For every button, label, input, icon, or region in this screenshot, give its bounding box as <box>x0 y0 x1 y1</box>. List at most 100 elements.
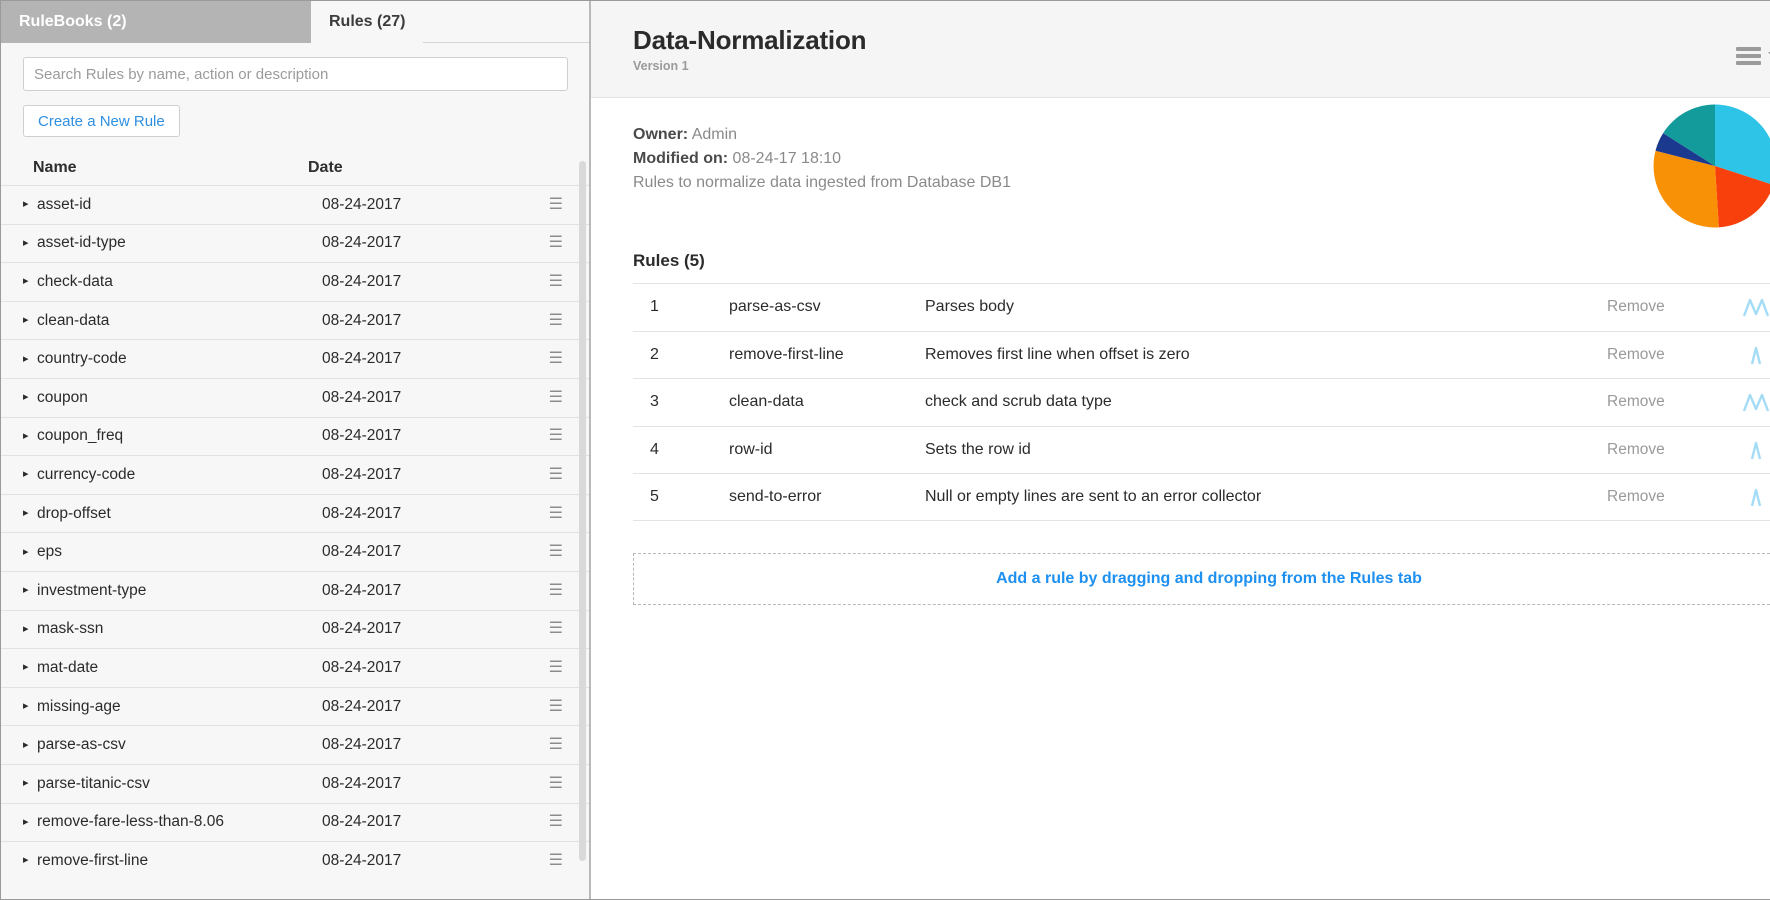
rulebook-date: 08-24-2017 <box>322 852 532 870</box>
remove-rule-link[interactable]: Remove <box>1607 346 1727 364</box>
rule-description: Removes first line when offset is zero <box>925 346 1607 364</box>
table-row[interactable]: ▸mat-date08-24-2017☰ <box>1 648 589 687</box>
expand-arrow-icon[interactable]: ▸ <box>23 508 37 519</box>
expand-arrow-icon[interactable]: ▸ <box>23 547 37 558</box>
sparkline-icon[interactable] <box>1727 391 1770 413</box>
rulebook-date: 08-24-2017 <box>322 273 532 291</box>
row-menu-icon[interactable]: ☰ <box>549 814 567 830</box>
rulebook-date: 08-24-2017 <box>322 698 532 716</box>
remove-rule-link[interactable]: Remove <box>1607 488 1727 506</box>
sparkline-icon[interactable] <box>1727 344 1770 366</box>
remove-rule-link[interactable]: Remove <box>1607 298 1727 316</box>
rulebook-date: 08-24-2017 <box>322 234 532 252</box>
row-menu-icon[interactable]: ☰ <box>549 467 567 483</box>
row-menu-icon[interactable]: ☰ <box>549 853 567 869</box>
tab-rulebooks[interactable]: RuleBooks (2) <box>1 1 311 43</box>
rule-row[interactable]: 4row-idSets the row idRemove <box>633 426 1770 474</box>
rulebook-date: 08-24-2017 <box>322 582 532 600</box>
rule-index: 2 <box>633 346 729 364</box>
table-row[interactable]: ▸asset-id-type08-24-2017☰ <box>1 224 589 263</box>
rule-row[interactable]: 5send-to-errorNull or empty lines are se… <box>633 473 1770 521</box>
row-menu-icon[interactable]: ☰ <box>549 351 567 367</box>
search-input[interactable] <box>23 57 568 91</box>
rule-row[interactable]: 3clean-datacheck and scrub data typeRemo… <box>633 378 1770 426</box>
rule-row[interactable]: 2remove-first-lineRemoves first line whe… <box>633 331 1770 379</box>
expand-arrow-icon[interactable]: ▸ <box>23 701 37 712</box>
table-row[interactable]: ▸coupon_freq08-24-2017 ☰ <box>1 417 589 456</box>
row-menu-icon[interactable]: ☰ <box>549 197 567 213</box>
expand-arrow-icon[interactable]: ▸ <box>23 431 37 442</box>
rulebook-date: 08-24-2017 <box>322 427 532 445</box>
row-menu-icon[interactable]: ☰ <box>549 506 567 522</box>
overflow-menu-button[interactable] <box>1736 47 1770 65</box>
expand-arrow-icon[interactable]: ▸ <box>23 740 37 751</box>
table-row[interactable]: ▸eps08-24-2017☰ <box>1 532 589 571</box>
expand-arrow-icon[interactable]: ▸ <box>23 778 37 789</box>
rule-description: Parses body <box>925 298 1607 316</box>
version-label: Version 1 <box>633 59 866 73</box>
expand-arrow-icon[interactable]: ▸ <box>23 199 37 210</box>
rulebook-name: coupon <box>37 389 322 407</box>
rulebook-name: asset-id <box>37 196 322 214</box>
table-row[interactable]: ▸clean-data08-24-2017☰ <box>1 301 589 340</box>
table-row[interactable]: ▸mask-ssn08-24-2017☰ <box>1 610 589 649</box>
table-row[interactable]: ▸country-code08-24-2017☰ <box>1 339 589 378</box>
table-row[interactable]: ▸missing-age08-24-2017☰ <box>1 687 589 726</box>
owner-line: Owner: Admin <box>633 123 1770 147</box>
row-menu-icon[interactable]: ☰ <box>549 583 567 599</box>
table-row[interactable]: ▸remove-first-line08-24-2017☰ <box>1 841 589 880</box>
row-menu-icon[interactable]: ☰ <box>549 621 567 637</box>
rulebook-name: mat-date <box>37 659 322 677</box>
expand-arrow-icon[interactable]: ▸ <box>23 662 37 673</box>
row-menu-icon[interactable]: ☰ <box>549 428 567 444</box>
expand-arrow-icon[interactable]: ▸ <box>23 855 37 866</box>
sparkline-icon[interactable] <box>1727 296 1770 318</box>
rulebook-list[interactable]: ▸asset-id08-24-2017☰▸asset-id-type08-24-… <box>1 185 589 899</box>
column-header-date: Date <box>308 159 508 177</box>
expand-arrow-icon[interactable]: ▸ <box>23 315 37 326</box>
table-row[interactable]: ▸parse-titanic-csv08-24-2017☰ <box>1 764 589 803</box>
expand-arrow-icon[interactable]: ▸ <box>23 238 37 249</box>
rule-row[interactable]: 1parse-as-csvParses bodyRemove <box>633 283 1770 331</box>
table-row[interactable]: ▸coupon08-24-2017☰ <box>1 378 589 417</box>
table-row[interactable]: ▸drop-offset08-24-2017☰ <box>1 494 589 533</box>
table-row[interactable]: ▸remove-fare-less-than-8.0608-24-2017☰ <box>1 803 589 842</box>
remove-rule-link[interactable]: Remove <box>1607 393 1727 411</box>
row-menu-icon[interactable]: ☰ <box>549 235 567 251</box>
expand-arrow-icon[interactable]: ▸ <box>23 354 37 365</box>
rulebook-name: coupon_freq <box>37 427 322 445</box>
table-row[interactable]: ▸currency-code08-24-2017☰ <box>1 455 589 494</box>
expand-arrow-icon[interactable]: ▸ <box>23 624 37 635</box>
table-row[interactable]: ▸asset-id08-24-2017☰ <box>1 185 589 224</box>
row-menu-icon[interactable]: ☰ <box>549 699 567 715</box>
left-panel-scrollbar[interactable] <box>579 161 586 861</box>
page-title: Data-Normalization <box>633 25 866 56</box>
detail-header-text: Data-Normalization Version 1 <box>633 25 866 73</box>
table-row[interactable]: ▸parse-as-csv08-24-2017☰ <box>1 725 589 764</box>
rulebook-name: remove-fare-less-than-8.06 <box>37 813 322 831</box>
rulebook-name: drop-offset <box>37 505 322 523</box>
row-menu-icon[interactable]: ☰ <box>549 313 567 329</box>
sparkline-icon[interactable] <box>1727 439 1770 461</box>
row-menu-icon[interactable]: ☰ <box>549 390 567 406</box>
expand-arrow-icon[interactable]: ▸ <box>23 469 37 480</box>
tab-rules[interactable]: Rules (27) <box>311 1 423 43</box>
row-menu-icon[interactable]: ☰ <box>549 660 567 676</box>
row-menu-icon[interactable]: ☰ <box>549 544 567 560</box>
pie-chart-icon <box>1651 102 1770 230</box>
remove-rule-link[interactable]: Remove <box>1607 441 1727 459</box>
row-menu-icon[interactable]: ☰ <box>549 776 567 792</box>
expand-arrow-icon[interactable]: ▸ <box>23 817 37 828</box>
table-row[interactable]: ▸investment-type08-24-2017☰ <box>1 571 589 610</box>
expand-arrow-icon[interactable]: ▸ <box>23 276 37 287</box>
expand-arrow-icon[interactable]: ▸ <box>23 585 37 596</box>
table-row[interactable]: ▸check-data08-24-2017☰ <box>1 262 589 301</box>
sparkline-icon[interactable] <box>1727 486 1770 508</box>
rule-dropzone[interactable]: Add a rule by dragging and dropping from… <box>633 553 1770 605</box>
expand-arrow-icon[interactable]: ▸ <box>23 392 37 403</box>
row-menu-icon[interactable]: ☰ <box>549 737 567 753</box>
row-menu-icon[interactable]: ☰ <box>549 274 567 290</box>
column-header-name: Name <box>23 159 308 177</box>
rulebook-name: parse-titanic-csv <box>37 775 322 793</box>
create-new-rule-button[interactable]: Create a New Rule <box>23 105 180 137</box>
